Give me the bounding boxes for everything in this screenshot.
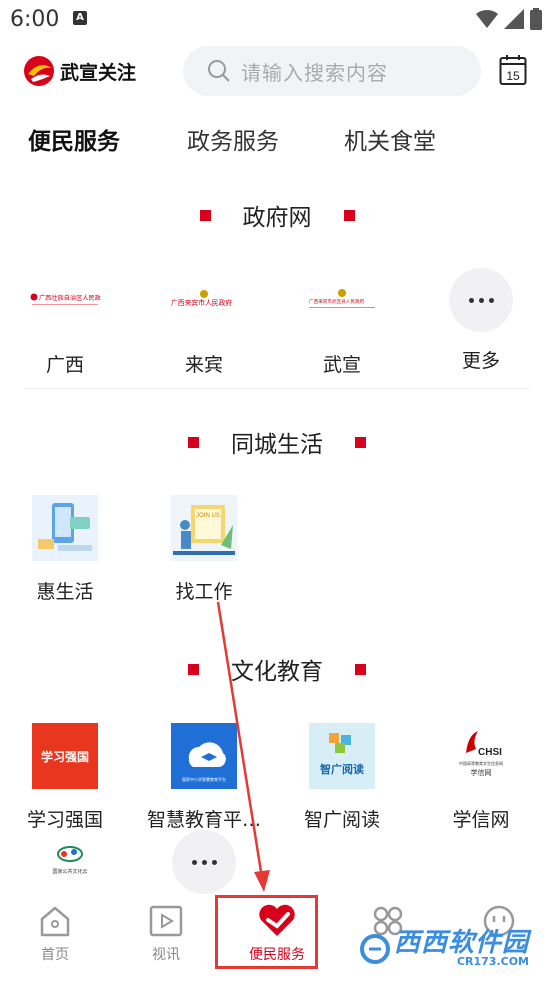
life-item-label: 找工作 (175, 581, 233, 603)
nav-home[interactable]: 首页 (0, 904, 110, 964)
edu-item-label: 智广阅读 (303, 809, 380, 831)
section-marker (199, 209, 211, 221)
svg-text:广西壮族自治区人民政府: 广西壮族自治区人民政府 (39, 294, 100, 302)
svg-text:JOIN US: JOIN US (196, 513, 220, 519)
tab-canteen[interactable]: 机关食堂 (344, 122, 436, 156)
section-title-text: 文化教育 (231, 659, 323, 685)
logo-text: 武宣关注 (60, 61, 137, 84)
wuxuan-logo: 广西来宾市武宣县人民政府 (307, 268, 377, 334)
svg-text:广西来宾市武宣县人民政府: 广西来宾市武宣县人民政府 (309, 298, 365, 305)
battery-icon (530, 8, 542, 30)
signal-icon (504, 9, 524, 29)
app-logo[interactable]: 武宣关注 (22, 54, 136, 88)
svg-text:中国高等教育学生信息网: 中国高等教育学生信息网 (459, 760, 503, 766)
wifi-icon (476, 9, 498, 28)
nav-label: 首页 (41, 947, 69, 963)
section-title-text: 政府网 (242, 205, 312, 231)
tab-government[interactable]: 政务服务 (187, 122, 279, 156)
section-title-life: 同城生活 (0, 425, 554, 459)
section-title-edu: 文化教育 (0, 652, 554, 686)
gov-item-label: 更多 (461, 350, 500, 372)
life-item-huishenghuo[interactable]: 惠生活 (0, 495, 134, 604)
smart-edu-logo: 国家中小学智慧教育平台 (171, 723, 237, 789)
guangxi-logo: 广西壮族自治区人民政府 (30, 268, 100, 334)
zhiguang-logo: 智广阅读 (309, 723, 375, 789)
gov-item-more[interactable]: 更多 (412, 268, 550, 373)
watermark: 西西软件园 CR173.COM (360, 930, 529, 967)
gov-item-label: 来宾 (184, 354, 223, 376)
life-item-label: 惠生活 (36, 581, 94, 603)
calendar-icon: 15 (499, 55, 527, 85)
gov-item-laibin[interactable]: 广西来宾市人民政府 来宾 (135, 268, 273, 377)
job-illustration-icon: JOIN US (171, 495, 237, 561)
laibin-logo: 广西来宾市人民政府 (169, 268, 239, 334)
search-bar[interactable]: 请输入搜索内容 (183, 46, 481, 96)
watermark-text: 西西软件园 (394, 928, 530, 958)
svg-text:学信网: 学信网 (471, 768, 492, 777)
chsi-logo: CHSI 中国高等教育学生信息网 学信网 (448, 723, 514, 789)
section-marker (188, 436, 199, 448)
section-title-text: 同城生活 (231, 432, 323, 458)
gov-item-guangxi[interactable]: 广西壮族自治区人民政府 广西 (0, 268, 134, 377)
edu-item-label: 智慧教育平… (146, 809, 261, 831)
svg-text:广西来宾市人民政府: 广西来宾市人民政府 (171, 298, 232, 307)
logo-icon (24, 56, 54, 86)
annotation-highlight-box (215, 895, 318, 969)
life-item-job[interactable]: JOIN US 找工作 (135, 495, 273, 604)
category-tabs: 便民服务 政务服务 机关食堂 (0, 112, 554, 162)
search-placeholder: 请输入搜索内容 (241, 60, 388, 85)
nav-label: 视讯 (152, 947, 180, 963)
section-marker (188, 663, 199, 675)
status-bar: 6:00 A (0, 0, 554, 38)
tab-convenience[interactable]: 便民服务 (28, 122, 120, 156)
gov-item-label: 武宣 (322, 354, 361, 376)
system-icons (476, 8, 542, 30)
edu-item-zhiguang[interactable]: 智广阅读 智广阅读 (273, 723, 411, 832)
svg-text:CHSI: CHSI (478, 747, 502, 758)
nav-video[interactable]: 视讯 (111, 904, 221, 964)
svg-text:智广阅读: 智广阅读 (320, 762, 364, 776)
watermark-sub: CR173.COM (456, 955, 530, 968)
xuexiqiangguo-logo: 学习强国 (32, 723, 98, 789)
app-header: 武宣关注 请输入搜索内容 15 (0, 40, 554, 104)
calendar-day: 15 (506, 69, 520, 83)
floating-more-button[interactable] (172, 830, 236, 894)
search-icon (208, 60, 230, 82)
more-icon (449, 268, 513, 332)
gov-item-label: 广西 (45, 354, 84, 376)
watermark-logo-icon (360, 933, 390, 964)
section-marker (355, 663, 366, 675)
phone-illustration-icon (32, 495, 98, 561)
video-icon (149, 905, 183, 937)
edu-item-culture-cloud[interactable]: 国家公共文化云 (40, 840, 100, 884)
svg-text:学习强国: 学习强国 (41, 749, 89, 764)
edu-item-label: 学信网 (452, 809, 510, 831)
edu-item-smart-edu[interactable]: 国家中小学智慧教育平台 智慧教育平… (135, 723, 273, 832)
home-icon (40, 906, 70, 937)
edu-item-chsi[interactable]: CHSI 中国高等教育学生信息网 学信网 学信网 (412, 723, 550, 832)
section-title-gov: 政府网 (0, 198, 554, 232)
more-icon (191, 859, 217, 865)
divider (24, 388, 530, 389)
gov-item-wuxuan[interactable]: 广西来宾市武宣县人民政府 武宣 (273, 268, 411, 377)
calendar-button[interactable]: 15 (499, 54, 527, 90)
svg-text:国家中小学智慧教育平台: 国家中小学智慧教育平台 (182, 776, 226, 782)
status-time: 6:00 (10, 7, 60, 32)
edu-item-label: 学习强国 (26, 809, 103, 831)
notification-icon: A (73, 11, 87, 25)
svg-text:国家公共文化云: 国家公共文化云 (52, 868, 87, 875)
culture-cloud-logo: 国家公共文化云 (52, 846, 88, 875)
section-marker (343, 209, 355, 221)
section-marker (355, 436, 366, 448)
edu-item-xuexiqiangguo[interactable]: 学习强国 学习强国 (0, 723, 134, 832)
